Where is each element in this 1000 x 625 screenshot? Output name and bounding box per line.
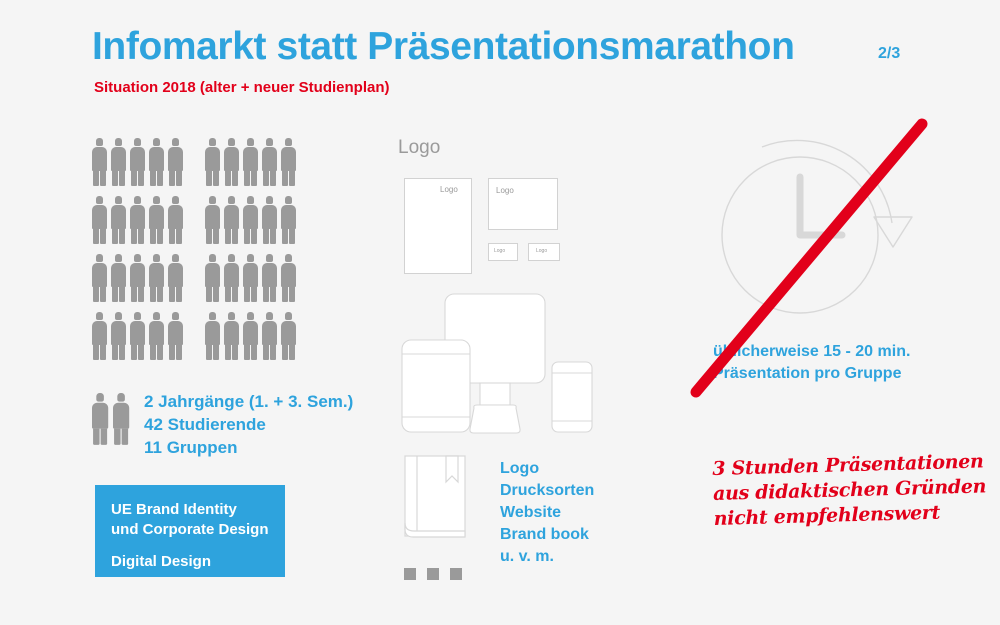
dot-square-icon (427, 568, 439, 580)
clock-caption: üblicherweise 15 - 20 min. Präsentation … (713, 341, 910, 385)
pictogram-row (92, 196, 302, 254)
person-icon (130, 312, 145, 360)
deliverable-item: Brand book (500, 526, 589, 543)
deliverable-item: Drucksorten (500, 482, 595, 499)
person-icon (205, 254, 220, 302)
person-icon (168, 138, 183, 186)
person-icon (243, 254, 258, 302)
person-icon (243, 196, 258, 244)
pictogram-group (92, 254, 183, 312)
pictogram-row (92, 312, 302, 370)
deliverable-item: u. v. m. (500, 548, 554, 565)
person-icon (281, 312, 296, 360)
person-icon (149, 196, 164, 244)
course-line-3: Digital Design (111, 553, 212, 570)
clock-arrow-head (873, 216, 913, 248)
pictogram-group (92, 138, 183, 196)
slide-canvas: Infomarkt statt Präsentationsmarathon 2/… (0, 0, 1000, 625)
course-box: UE Brand Identity und Corporate Design D… (95, 485, 285, 577)
two-people-icon (92, 393, 130, 445)
person-icon (149, 254, 164, 302)
person-icon (130, 196, 145, 244)
person-icon (243, 138, 258, 186)
wireframe-card-label: Logo (496, 186, 514, 195)
clock-refresh-arc (761, 139, 893, 224)
person-icon (224, 196, 239, 244)
person-icon (224, 138, 239, 186)
person-icon (224, 312, 239, 360)
pictogram-row (92, 254, 302, 312)
brand-book-icon (404, 455, 466, 538)
person-icon (111, 254, 126, 302)
person-icon (281, 196, 296, 244)
person-icon (262, 254, 277, 302)
person-icon (130, 138, 145, 186)
summary-text-block: 2 Jahrgänge (1. + 3. Sem.) 42 Studierend… (144, 390, 353, 459)
clock-hands (796, 173, 846, 239)
course-spacer (111, 540, 285, 552)
wireframe-poster-label: Logo (440, 185, 458, 194)
person-icon (168, 254, 183, 302)
clock-icon (721, 139, 913, 314)
monitor-neck-icon (479, 382, 511, 406)
handwritten-note: 3 Stunden Präsentationen aus didaktische… (712, 449, 987, 532)
logo-section-heading: Logo (398, 137, 441, 158)
person-icon (168, 312, 183, 360)
dot-square-icon (404, 568, 416, 580)
person-icon (281, 138, 296, 186)
person-icon (111, 196, 126, 244)
wireframe-chip-left-label: Logo (494, 248, 506, 254)
person-icon (92, 138, 107, 186)
wireframe-chip-right-label: Logo (536, 248, 548, 254)
person-icon (92, 393, 109, 445)
person-icon (92, 312, 107, 360)
summary-line-students: 42 Studierende (144, 415, 266, 434)
person-icon (205, 138, 220, 186)
person-icon (205, 312, 220, 360)
clock-caption-line-2: Präsentation pro Gruppe (713, 365, 902, 382)
person-icon (149, 138, 164, 186)
pictogram-group (92, 196, 183, 254)
person-icon (262, 196, 277, 244)
student-summary: 2 Jahrgänge (1. + 3. Sem.) 42 Studierend… (92, 390, 353, 459)
monitor-base-icon (469, 404, 521, 434)
person-icon (262, 138, 277, 186)
person-icon (243, 312, 258, 360)
deliverable-item: Logo (500, 460, 540, 477)
summary-line-groups: 11 Gruppen (144, 438, 238, 457)
person-icon (92, 254, 107, 302)
pictogram-group (205, 138, 296, 196)
pictogram-group (205, 312, 296, 370)
device-mockups (401, 293, 593, 434)
clock-caption-line-1: üblicherweise 15 - 20 min. (713, 343, 911, 360)
wireframe-poster (404, 178, 472, 274)
person-icon (262, 312, 277, 360)
pictogram-group (92, 312, 183, 370)
pictogram-row (92, 138, 302, 196)
pictogram-group (205, 196, 296, 254)
course-line-2: und Corporate Design (111, 521, 269, 538)
person-icon (149, 312, 164, 360)
person-icon (111, 312, 126, 360)
deliverables-list: Logo Drucksorten Website Brand book u. v… (500, 458, 594, 568)
students-pictogram-grid (92, 138, 302, 370)
person-icon (224, 254, 239, 302)
person-icon (113, 393, 130, 445)
pictogram-group (205, 254, 296, 312)
summary-line-cohorts: 2 Jahrgänge (1. + 3. Sem.) (144, 392, 354, 411)
person-icon (111, 138, 126, 186)
page-subtitle: Situation 2018 (alter + neuer Studienpla… (94, 79, 390, 96)
page-number: 2/3 (878, 45, 901, 62)
person-icon (130, 254, 145, 302)
course-line-1: UE Brand Identity (111, 501, 237, 518)
deliverable-item: Website (500, 504, 562, 521)
person-icon (205, 196, 220, 244)
page-title: Infomarkt statt Präsentationsmarathon (92, 25, 795, 68)
person-icon (92, 196, 107, 244)
dot-square-icon (450, 568, 462, 580)
person-icon (281, 254, 296, 302)
pagination-dots (404, 568, 462, 580)
person-icon (168, 196, 183, 244)
